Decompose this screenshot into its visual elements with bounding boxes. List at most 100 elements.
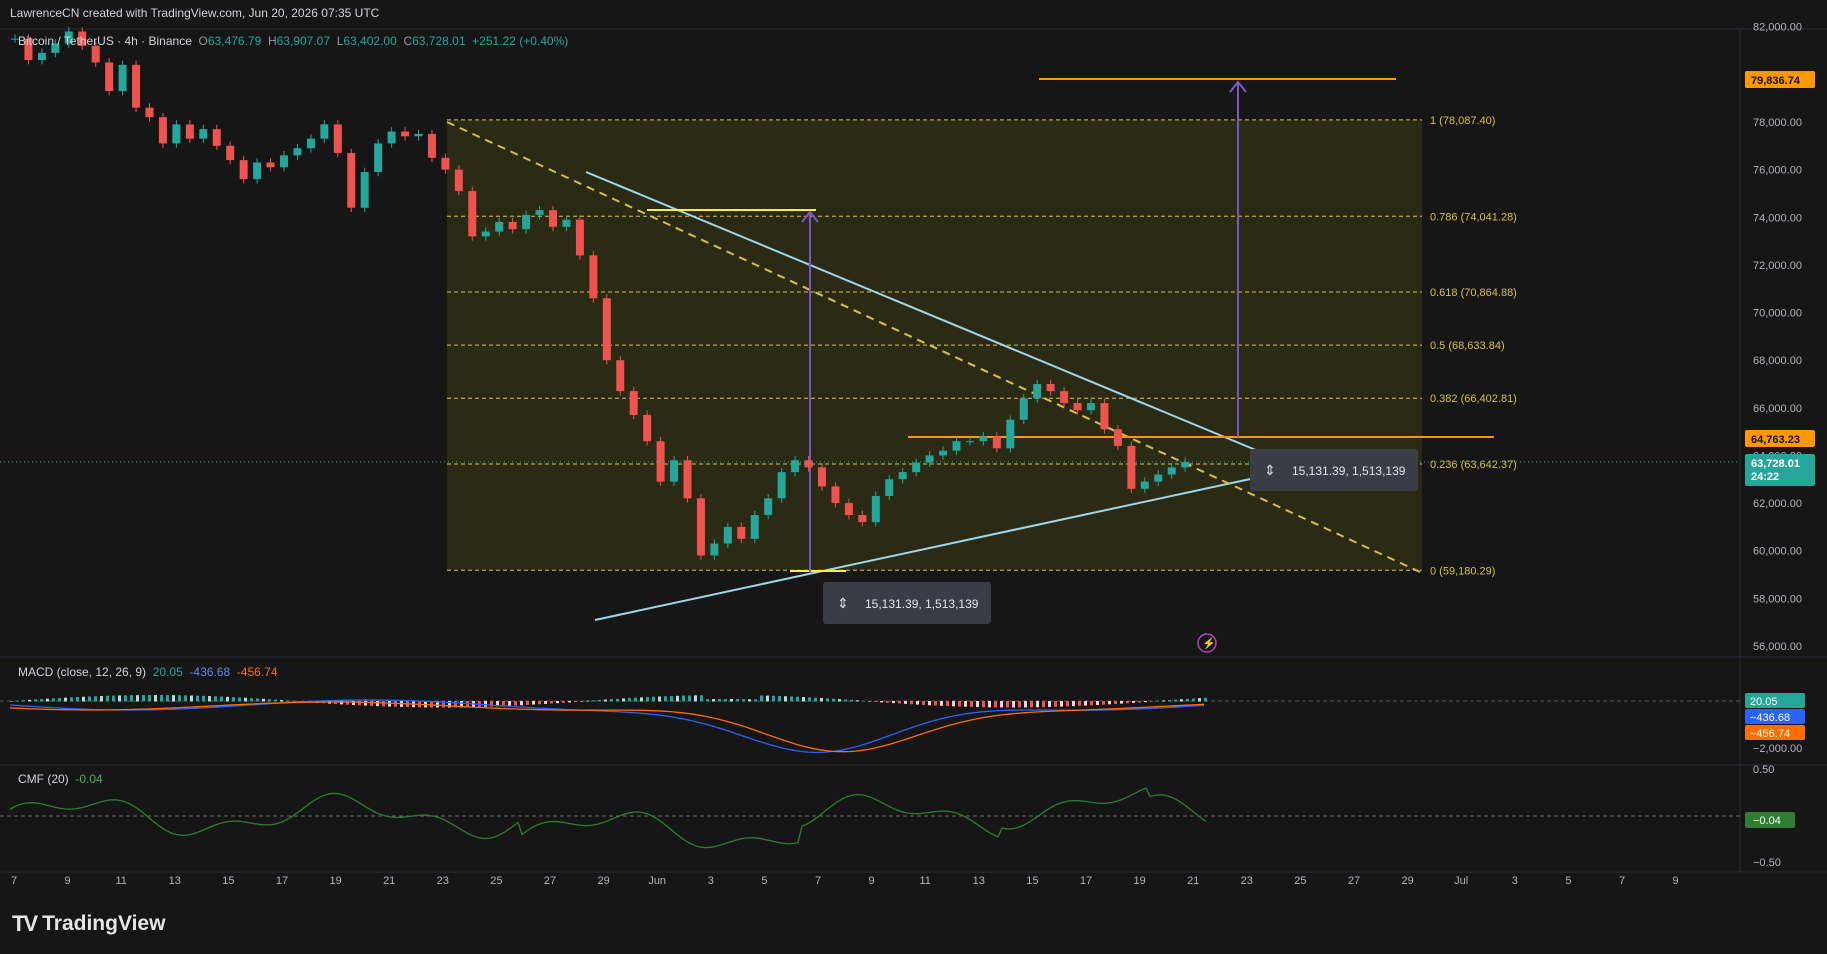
- candle-body: [293, 148, 302, 156]
- candle-body: [333, 124, 342, 153]
- macd-histogram-bar: [904, 701, 907, 704]
- macd-histogram-bar: [1138, 701, 1141, 703]
- macd-histogram-bar: [730, 699, 733, 702]
- macd-value-tag: −456.74: [1750, 728, 1790, 740]
- candle-body: [831, 486, 840, 504]
- macd-histogram-bar: [292, 700, 295, 702]
- macd-histogram-bar: [994, 701, 997, 708]
- macd-histogram-bar: [214, 696, 217, 702]
- macd-histogram-bar: [622, 698, 625, 702]
- lightning-icon-glyph: ⚡: [1202, 637, 1216, 650]
- macd-histogram-bar: [850, 699, 853, 702]
- macd-histogram-bar: [616, 698, 619, 702]
- time-axis-tick: 3: [1512, 875, 1518, 887]
- symbol-name: Bitcoin / TetherUS · 4h · Binance: [18, 34, 192, 48]
- candle-body: [414, 133, 423, 137]
- macd-histogram-bar: [1066, 701, 1069, 707]
- candle-body: [804, 460, 813, 468]
- time-axis-tick: 7: [11, 875, 17, 887]
- macd-histogram-bar: [1102, 701, 1105, 705]
- time-axis-tick: 17: [276, 875, 288, 887]
- candle-body: [1100, 403, 1109, 430]
- candle-body: [1181, 461, 1190, 468]
- candle-body: [454, 169, 463, 192]
- candle-body: [898, 472, 907, 480]
- candle-body: [427, 133, 436, 158]
- cmf-legend: CMF (20) -0.04: [18, 772, 103, 786]
- macd-histogram-bar: [772, 695, 775, 702]
- high-value: 63,907.07: [276, 34, 331, 48]
- candle-body: [737, 526, 746, 539]
- macd-histogram-bar: [844, 699, 847, 702]
- macd-histogram-bar: [148, 695, 151, 702]
- candle-body: [871, 495, 880, 523]
- candle-body: [683, 460, 692, 499]
- macd-histogram-bar: [508, 701, 511, 706]
- candle-body: [172, 124, 181, 144]
- macd-histogram-bar: [706, 699, 709, 702]
- macd-histogram-bar: [1192, 698, 1195, 702]
- time-axis-tick: 15: [1026, 875, 1038, 887]
- chart-canvas[interactable]: 1 (78,087.40) 0.786 (74,041.28) 0.618 (70,…: [0, 0, 1827, 954]
- time-axis-tick: 21: [1187, 875, 1199, 887]
- candle-body: [266, 162, 275, 168]
- macd-histogram-bar: [778, 696, 781, 702]
- candle-body: [1127, 445, 1136, 489]
- macd-histogram-bar: [1048, 701, 1051, 707]
- macd-histogram-bar: [1030, 701, 1033, 708]
- macd-histogram-bar: [790, 696, 793, 702]
- time-axis-tick: 27: [544, 875, 556, 887]
- candle-body: [239, 160, 248, 180]
- candle-body: [306, 138, 315, 149]
- time-axis-tick: 25: [490, 875, 502, 887]
- candle-body: [535, 210, 544, 215]
- candle-body: [616, 360, 625, 392]
- macd-histogram-bar: [1000, 701, 1003, 708]
- macd-histogram-bar: [532, 701, 535, 705]
- macd-histogram-bar: [46, 698, 49, 702]
- candle-body: [280, 155, 288, 168]
- macd-histogram-bar: [676, 695, 679, 702]
- macd-histogram-bar: [922, 701, 925, 705]
- macd-histogram-bar: [190, 695, 193, 702]
- macd-histogram-bar: [514, 701, 517, 706]
- candle-body: [643, 414, 652, 442]
- macd-histogram-bar: [64, 697, 67, 702]
- macd-histogram-bar: [700, 695, 703, 702]
- macd-axis-tick: −2,000.00: [1753, 743, 1802, 755]
- macd-histogram-bar: [562, 701, 565, 703]
- time-axis-tick: 13: [973, 875, 985, 887]
- tradingview-brand[interactable]: TV TradingView: [12, 911, 165, 937]
- candle-body: [253, 162, 262, 180]
- macd-histogram-bar: [640, 697, 643, 702]
- macd-histogram-bar: [808, 697, 811, 702]
- macd-histogram-bar: [1084, 701, 1087, 706]
- macd-histogram-bar: [976, 701, 979, 708]
- macd-histogram-bar: [1060, 701, 1063, 707]
- macd-histogram-bar: [688, 695, 691, 702]
- macd-histogram-bar: [982, 701, 985, 708]
- candle-body: [91, 45, 100, 63]
- macd-histogram-bar: [646, 697, 649, 702]
- candle-body: [1006, 419, 1015, 449]
- candle-body: [939, 450, 948, 456]
- macd-histogram-bar: [886, 701, 889, 703]
- macd-histogram-bar: [52, 698, 55, 702]
- macd-histogram-bar: [280, 699, 283, 702]
- time-axis-tick: 27: [1348, 875, 1360, 887]
- price-axis-tick: 72,000.00: [1753, 260, 1802, 272]
- time-axis-tick: 7: [1619, 875, 1625, 887]
- candle-body: [764, 498, 773, 515]
- candle-body: [1140, 481, 1149, 489]
- macd-histogram-bar: [160, 695, 163, 702]
- target-price-tag: 79,836.74: [1751, 75, 1801, 87]
- candle-body: [468, 191, 477, 237]
- macd-histogram-bar: [520, 701, 523, 706]
- macd-histogram-bar: [940, 701, 943, 706]
- macd-histogram-bar: [130, 695, 133, 702]
- candle-body: [912, 462, 921, 473]
- candle-body: [37, 52, 46, 61]
- macd-histogram-bar: [184, 695, 187, 702]
- candle-body: [629, 391, 638, 415]
- macd-value-tag: 20.05: [1750, 696, 1778, 708]
